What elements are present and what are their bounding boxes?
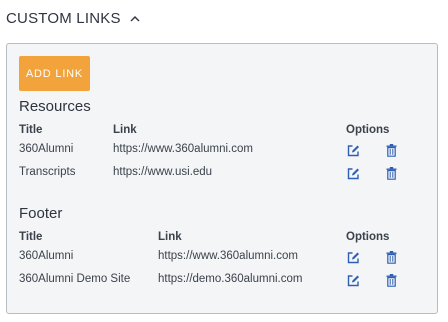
- column-header-link: Link: [158, 231, 182, 243]
- group-title-footer: Footer: [19, 205, 63, 222]
- row-link: https://www.360alumni.com: [113, 143, 253, 155]
- row-link: https://demo.360alumni.com: [158, 273, 303, 285]
- group-title-resources: Resources: [19, 98, 91, 115]
- trash-icon[interactable]: [384, 143, 398, 157]
- add-link-button[interactable]: ADD LINK: [19, 56, 90, 91]
- row-link: https://www.usi.edu: [113, 166, 213, 178]
- custom-links-panel: ADD LINK Resources Title Link Options 36…: [6, 43, 438, 314]
- custom-links-header[interactable]: CUSTOM LINKS: [6, 10, 140, 27]
- edit-icon[interactable]: [346, 250, 360, 264]
- trash-icon[interactable]: [384, 273, 398, 287]
- chevron-up-icon[interactable]: [130, 15, 140, 22]
- column-header-title: Title: [19, 124, 43, 136]
- row-title: 360Alumni Demo Site: [19, 273, 131, 285]
- column-header-options: Options: [346, 124, 390, 136]
- edit-icon[interactable]: [346, 166, 360, 180]
- trash-icon[interactable]: [384, 250, 398, 264]
- column-header-title: Title: [19, 231, 43, 243]
- row-title: 360Alumni: [19, 143, 74, 155]
- edit-icon[interactable]: [346, 143, 360, 157]
- column-header-link: Link: [113, 124, 137, 136]
- row-title: 360Alumni: [19, 250, 74, 262]
- trash-icon[interactable]: [384, 166, 398, 180]
- row-title: Transcripts: [19, 166, 76, 178]
- section-title: CUSTOM LINKS: [6, 10, 121, 27]
- edit-icon[interactable]: [346, 273, 360, 287]
- row-link: https://www.360alumni.com: [158, 250, 298, 262]
- column-header-options: Options: [346, 231, 390, 243]
